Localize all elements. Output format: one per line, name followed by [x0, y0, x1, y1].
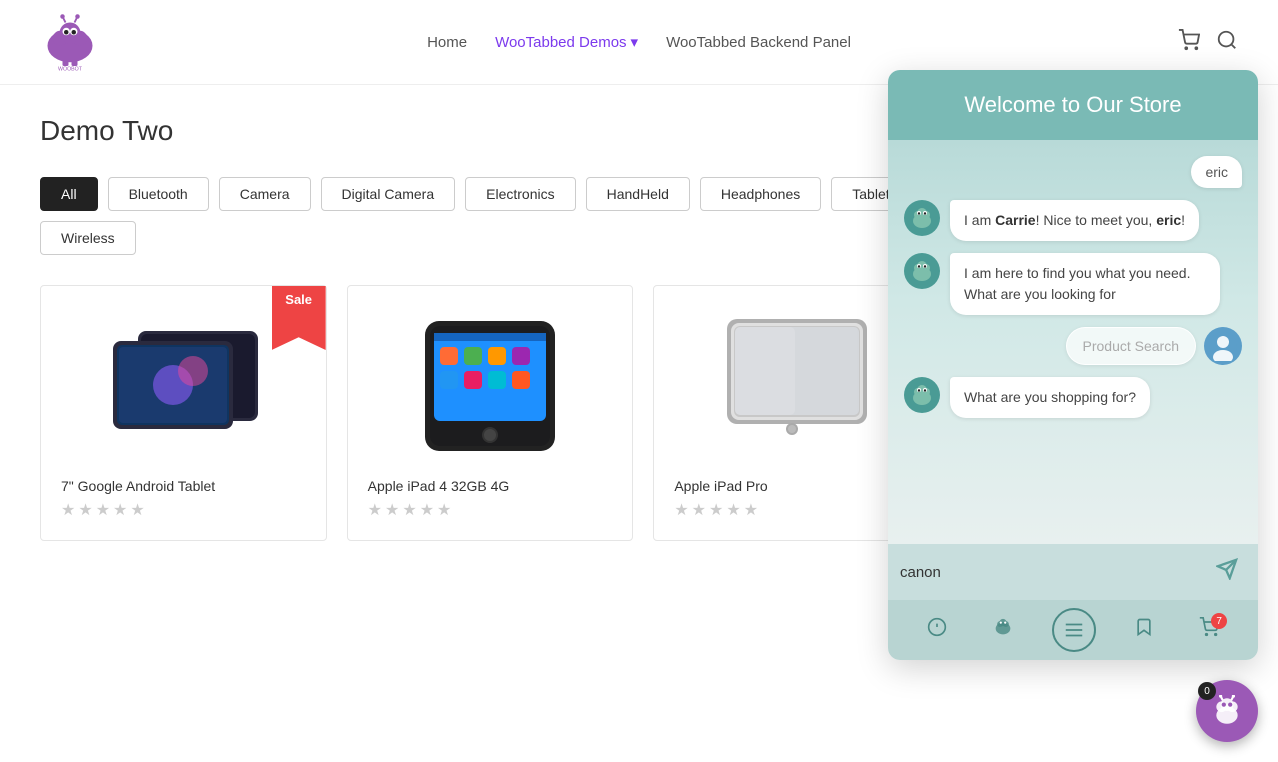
filter-digital-camera[interactable]: Digital Camera	[321, 177, 456, 211]
logo-icon: WOOBOT	[40, 12, 100, 72]
bot-message-container: I am here to find you what you need. Wha…	[904, 253, 1242, 315]
product-stars: ★ ★ ★ ★ ★	[368, 500, 613, 520]
product-search-container: Product Search	[904, 327, 1242, 365]
star-5: ★	[744, 500, 758, 520]
star-3: ★	[402, 500, 416, 520]
product-search-bubble: Product Search	[1066, 327, 1197, 365]
bookmark-button[interactable]	[1126, 613, 1162, 647]
chat-input[interactable]	[900, 564, 1208, 581]
star-2: ★	[78, 500, 92, 520]
nav-backend-panel[interactable]: WooTabbed Backend Panel	[666, 34, 851, 51]
logo: WOOBOT	[40, 12, 100, 72]
bot-message-container: What are you shopping for?	[904, 377, 1242, 418]
product-image	[674, 306, 919, 466]
filter-all[interactable]: All	[40, 177, 98, 211]
star-1: ★	[368, 500, 382, 520]
svg-text:WOOBOT: WOOBOT	[58, 67, 83, 73]
filter-headphones[interactable]: Headphones	[700, 177, 821, 211]
product-grid: Sale 7" Google Android Tablet ★	[40, 285, 940, 541]
chatbot-panel: Welcome to Our Store eric	[888, 70, 1258, 660]
chat-body: eric I am Carrie! Nice to meet you, er	[888, 140, 1258, 544]
product-name: 7" Google Android Tablet	[61, 478, 306, 494]
chat-send-button[interactable]	[1208, 554, 1246, 590]
product-stars: ★ ★ ★ ★ ★	[61, 500, 306, 520]
product-name: Apple iPad Pro	[674, 478, 919, 494]
cart-footer-button[interactable]: 7	[1191, 613, 1227, 647]
chat-title: Welcome to Our Store	[964, 92, 1181, 117]
header-icons	[1178, 29, 1238, 56]
product-stars: ★ ★ ★ ★ ★	[674, 500, 919, 520]
bot-avatar	[904, 377, 940, 413]
star-3: ★	[709, 500, 723, 520]
bot-message: What are you shopping for?	[950, 377, 1150, 418]
nav-home[interactable]: Home	[427, 34, 467, 51]
bot-avatar	[904, 253, 940, 289]
cart-icon[interactable]	[1178, 29, 1200, 56]
product-name: Apple iPad 4 32GB 4G	[368, 478, 613, 494]
main-nav: Home WooTabbed Demos ▾ WooTabbed Backend…	[427, 33, 851, 51]
star-1: ★	[674, 500, 688, 520]
chatbot-fab-icon	[1211, 695, 1243, 727]
filter-handheld[interactable]: HandHeld	[586, 177, 690, 211]
star-2: ★	[385, 500, 399, 520]
product-search-label: Product Search	[1083, 338, 1180, 354]
chat-footer: 7	[888, 600, 1258, 660]
cart-badge: 7	[1211, 613, 1227, 629]
menu-button[interactable]	[1052, 608, 1096, 652]
chat-input-area	[888, 544, 1258, 600]
user-message: eric	[1191, 156, 1242, 188]
bot-button[interactable]	[984, 612, 1022, 648]
star-4: ★	[726, 500, 740, 520]
filter-electronics[interactable]: Electronics	[465, 177, 575, 211]
star-5: ★	[130, 500, 144, 520]
star-4: ★	[420, 500, 434, 520]
star-3: ★	[96, 500, 110, 520]
filter-camera[interactable]: Camera	[219, 177, 311, 211]
star-2: ★	[692, 500, 706, 520]
search-icon[interactable]	[1216, 29, 1238, 56]
product-card: Sale 7" Google Android Tablet ★	[40, 285, 327, 541]
bot-avatar	[904, 200, 940, 236]
chevron-down-icon: ▾	[631, 33, 639, 51]
chatbot-fab-badge: 0	[1198, 682, 1216, 700]
chatbot-fab[interactable]: 0	[1196, 680, 1258, 742]
product-card: Apple iPad 4 32GB 4G ★ ★ ★ ★ ★	[347, 285, 634, 541]
bot-message: I am here to find you what you need. Wha…	[950, 253, 1220, 315]
star-4: ★	[113, 500, 127, 520]
star-1: ★	[61, 500, 75, 520]
product-image	[61, 306, 306, 466]
filter-wireless[interactable]: Wireless	[40, 221, 136, 255]
chat-header: Welcome to Our Store	[888, 70, 1258, 140]
info-button[interactable]	[919, 613, 955, 647]
bot-message-container: I am Carrie! Nice to meet you, eric!	[904, 200, 1242, 241]
user-avatar	[1204, 327, 1242, 365]
bot-message: I am Carrie! Nice to meet you, eric!	[950, 200, 1199, 241]
product-image	[368, 306, 613, 466]
user-message-container: eric	[904, 156, 1242, 188]
filter-bluetooth[interactable]: Bluetooth	[108, 177, 209, 211]
star-5: ★	[437, 500, 451, 520]
nav-wootabbed-demos[interactable]: WooTabbed Demos ▾	[495, 33, 638, 51]
